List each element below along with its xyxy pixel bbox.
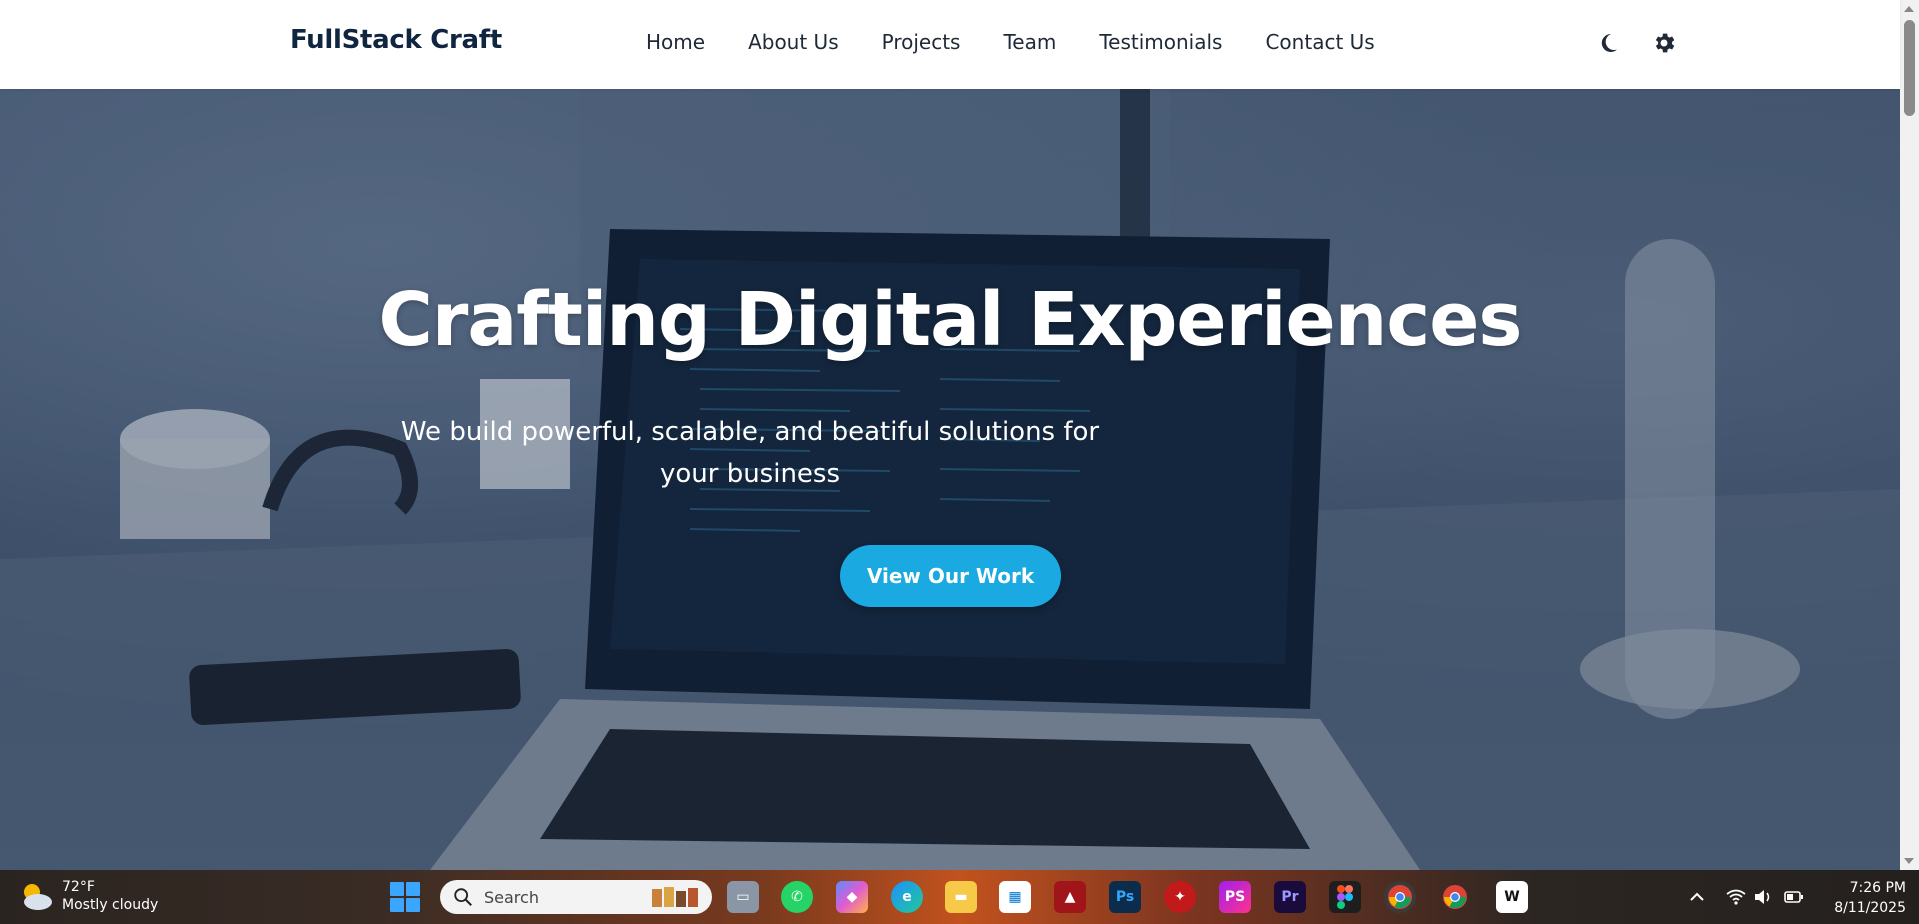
search-icon (454, 888, 472, 906)
moon-icon[interactable] (1594, 29, 1622, 57)
taskbar-search[interactable]: Search (440, 880, 712, 914)
weather-condition: Mostly cloudy (62, 897, 159, 913)
phpstorm-icon[interactable]: PS (1219, 881, 1251, 913)
hero-subtitle: We build powerful, scalable, and beatifu… (400, 417, 1100, 489)
app-red-icon[interactable]: ▲ (1054, 881, 1086, 913)
start-button[interactable] (390, 882, 420, 912)
hero-section: Crafting Digital Experiences We build po… (0, 89, 1900, 870)
cloudy-weather-icon (24, 884, 52, 910)
search-placeholder: Search (484, 887, 539, 907)
nav-testimonials[interactable]: Testimonials (1099, 30, 1222, 54)
search-highlight-icon (652, 887, 698, 907)
figma-icon[interactable] (1329, 881, 1361, 913)
app-w-icon[interactable]: W (1496, 881, 1528, 913)
clock-date: 8/11/2025 (1834, 900, 1906, 916)
taskbar-clock[interactable]: 7:26 PM 8/11/2025 (1808, 878, 1906, 918)
nav-home[interactable]: Home (646, 30, 705, 54)
weather-widget[interactable]: 72°F Mostly cloudy (18, 878, 158, 914)
nav-projects[interactable]: Projects (882, 30, 961, 54)
weather-temp: 72°F (62, 879, 95, 895)
edge-icon[interactable]: e (891, 881, 923, 913)
chrome-active-icon[interactable] (1384, 881, 1416, 913)
windows-taskbar: 72°F Mostly cloudy Search ▭ ✆ ◆ e ▬ ▦ ▲ … (0, 870, 1919, 924)
microsoft-store-icon[interactable]: ▦ (999, 881, 1031, 913)
nav-team[interactable]: Team (1003, 30, 1056, 54)
whatsapp-icon[interactable]: ✆ (781, 881, 813, 913)
gear-icon[interactable] (1650, 29, 1678, 57)
hero-title: Crafting Digital Experiences (378, 277, 1523, 363)
premiere-pro-icon[interactable]: Pr (1274, 881, 1306, 913)
task-view-icon[interactable]: ▭ (727, 881, 759, 913)
chrome-icon[interactable] (1439, 881, 1471, 913)
battery-icon[interactable] (1783, 886, 1805, 908)
antivirus-icon[interactable]: ✦ (1164, 881, 1196, 913)
copilot-icon[interactable]: ◆ (836, 881, 868, 913)
page-scrollbar[interactable] (1900, 0, 1919, 870)
clock-time: 7:26 PM (1849, 880, 1906, 896)
main-nav: Home About Us Projects Team Testimonials… (646, 30, 1375, 54)
file-explorer-icon[interactable]: ▬ (945, 881, 977, 913)
nav-about-us[interactable]: About Us (748, 30, 839, 54)
nav-contact-us[interactable]: Contact Us (1265, 30, 1374, 54)
scroll-up-arrow[interactable] (1904, 6, 1914, 12)
chevron-up-icon[interactable] (1686, 886, 1708, 908)
scroll-down-arrow[interactable] (1904, 858, 1914, 864)
scroll-thumb[interactable] (1904, 20, 1915, 116)
site-header: FullStack Craft Home About Us Projects T… (0, 0, 1900, 89)
wifi-icon[interactable] (1725, 886, 1747, 908)
photoshop-icon[interactable]: Ps (1109, 881, 1141, 913)
brand-logo[interactable]: FullStack Craft (290, 25, 502, 55)
volume-icon[interactable] (1752, 886, 1774, 908)
view-our-work-button[interactable]: View Our Work (840, 545, 1061, 607)
